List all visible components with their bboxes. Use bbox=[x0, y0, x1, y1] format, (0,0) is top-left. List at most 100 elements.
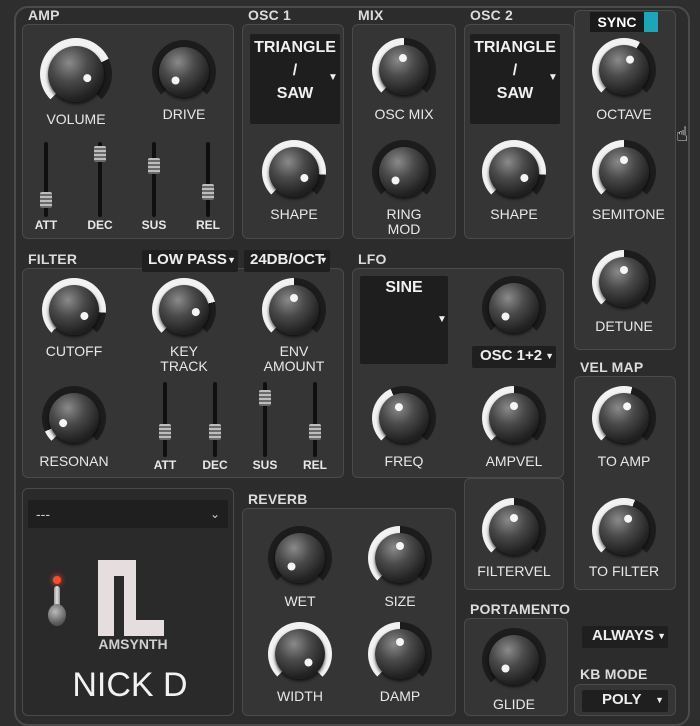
chevron-down-icon: ▼ bbox=[328, 72, 338, 83]
detune-label: DETUNE bbox=[595, 318, 653, 334]
mouse-cursor-icon: ☝ bbox=[676, 124, 689, 146]
amp-decay-slider[interactable] bbox=[94, 142, 106, 217]
reverb-title: REVERB bbox=[248, 491, 308, 507]
filter-attack-slider[interactable] bbox=[159, 382, 171, 457]
octave-knob[interactable] bbox=[592, 38, 656, 102]
lfo-target-select[interactable]: OSC 1+2 ▼ bbox=[472, 346, 556, 368]
osc2-shape-label: SHAPE bbox=[490, 206, 538, 222]
osc-mix-knob[interactable] bbox=[372, 38, 436, 102]
amp-release-slider[interactable] bbox=[202, 142, 214, 217]
filter-type-value: LOW PASS bbox=[148, 251, 227, 268]
lfo-freq-knob[interactable] bbox=[372, 386, 436, 450]
drive-knob[interactable] bbox=[152, 40, 216, 104]
osc1-shape-label: SHAPE bbox=[270, 206, 318, 222]
portamento-title: PORTAMENTO bbox=[470, 601, 571, 617]
filter-slope-value: 24DB/OCT bbox=[250, 251, 325, 268]
octave-label: OCTAVE bbox=[596, 106, 652, 122]
env-amount-knob[interactable] bbox=[262, 278, 326, 342]
ring-mod-label: RING MOD bbox=[386, 206, 422, 237]
ring-mod-knob[interactable] bbox=[372, 140, 436, 204]
width-knob[interactable] bbox=[268, 622, 332, 686]
filter-type-select[interactable]: LOW PASS ▼ bbox=[142, 250, 238, 272]
osc2-title: OSC 2 bbox=[470, 7, 514, 23]
key-track-knob[interactable] bbox=[152, 278, 216, 342]
to-amp-label: TO AMP bbox=[597, 453, 651, 469]
lfo-freq-label: FREQ bbox=[384, 453, 424, 469]
to-filter-knob[interactable] bbox=[592, 498, 656, 562]
osc1-waveform-value: TRIANGLE / SAW bbox=[254, 39, 336, 102]
wet-knob[interactable] bbox=[268, 526, 332, 590]
filtervel-knob[interactable] bbox=[482, 498, 546, 562]
osc2-shape-knob[interactable] bbox=[482, 140, 546, 204]
vel-map-title: VEL MAP bbox=[580, 359, 644, 375]
chevron-down-icon: ▼ bbox=[655, 695, 664, 705]
filter-rel-label: REL bbox=[303, 458, 327, 472]
chevron-down-icon: ▼ bbox=[545, 351, 554, 361]
semitone-label: SEMITONE bbox=[592, 206, 665, 222]
resonance-label: RESONAN bbox=[39, 453, 109, 469]
filter-decay-slider[interactable] bbox=[209, 382, 221, 457]
filter-sustain-slider[interactable] bbox=[259, 382, 271, 457]
filter-slope-select[interactable]: 24DB/OCT ▼ bbox=[244, 250, 330, 272]
chevron-down-icon: ▼ bbox=[319, 255, 328, 265]
cutoff-knob[interactable] bbox=[42, 278, 106, 342]
filter-release-slider[interactable] bbox=[309, 382, 321, 457]
sync-toggle[interactable]: SYNC bbox=[590, 12, 658, 32]
chevron-down-icon: ▼ bbox=[548, 72, 558, 83]
filter-att-label: ATT bbox=[153, 458, 177, 472]
kb-mode-value: POLY bbox=[602, 691, 642, 708]
kb-mode-title: KB MODE bbox=[580, 666, 648, 682]
osc1-title: OSC 1 bbox=[248, 7, 292, 23]
filtervel-label: FILTERVEL bbox=[477, 563, 551, 579]
env-amount-label: ENV AMOUNT bbox=[263, 343, 325, 374]
preset-select[interactable]: --- ⌄ bbox=[28, 500, 228, 528]
osc1-waveform-select[interactable]: TRIANGLE / SAW bbox=[250, 34, 340, 124]
lfo-extra-knob[interactable] bbox=[482, 276, 546, 340]
drive-label: DRIVE bbox=[162, 106, 206, 122]
portamento-mode-select[interactable]: ALWAYS ▼ bbox=[582, 626, 668, 648]
to-filter-label: TO FILTER bbox=[588, 563, 660, 579]
key-track-label: KEY TRACK bbox=[160, 343, 208, 374]
osc2-waveform-value: TRIANGLE / SAW bbox=[474, 39, 556, 102]
detune-knob[interactable] bbox=[592, 250, 656, 314]
semitone-knob[interactable] bbox=[592, 140, 656, 204]
wet-label: WET bbox=[284, 593, 316, 609]
damp-label: DAMP bbox=[379, 688, 421, 704]
amsynth-logo-icon bbox=[98, 560, 164, 636]
chevron-down-icon: ▼ bbox=[227, 255, 236, 265]
filter-sus-label: SUS bbox=[252, 458, 278, 472]
chevron-down-icon: ▼ bbox=[437, 314, 447, 325]
cutoff-label: CUTOFF bbox=[45, 343, 103, 359]
lfo-waveform-select[interactable]: SINE bbox=[360, 276, 448, 364]
lfo-target-value: OSC 1+2 bbox=[480, 347, 543, 364]
ampvel-knob[interactable] bbox=[482, 386, 546, 450]
amp-rel-label: REL bbox=[196, 218, 220, 232]
osc2-waveform-select[interactable]: TRIANGLE / SAW bbox=[470, 34, 560, 124]
damp-knob[interactable] bbox=[368, 622, 432, 686]
amp-dec-label: DEC bbox=[87, 218, 113, 232]
logo-text: AMSYNTH bbox=[98, 636, 168, 652]
amp-title: AMP bbox=[28, 7, 60, 23]
chevron-down-icon: ⌄ bbox=[209, 507, 220, 521]
resonance-knob[interactable] bbox=[42, 386, 106, 450]
lfo-waveform-value: SINE bbox=[385, 279, 423, 296]
glide-label: GLIDE bbox=[492, 696, 535, 712]
volume-label: VOLUME bbox=[46, 111, 106, 127]
filter-title: FILTER bbox=[28, 251, 78, 267]
amp-sus-label: SUS bbox=[141, 218, 167, 232]
width-label: WIDTH bbox=[277, 688, 323, 704]
glide-knob[interactable] bbox=[482, 628, 546, 692]
chevron-down-icon: ▼ bbox=[657, 631, 666, 641]
osc1-shape-knob[interactable] bbox=[262, 140, 326, 204]
volume-knob[interactable] bbox=[40, 38, 112, 110]
kb-mode-select[interactable]: POLY ▼ bbox=[582, 690, 668, 712]
amp-att-label: ATT bbox=[34, 218, 58, 232]
amp-attack-slider[interactable] bbox=[40, 142, 52, 217]
size-label: SIZE bbox=[384, 593, 416, 609]
size-knob[interactable] bbox=[368, 526, 432, 590]
amp-sustain-slider[interactable] bbox=[148, 142, 160, 217]
power-toggle-icon[interactable] bbox=[46, 576, 68, 632]
osc-mix-label: OSC MIX bbox=[374, 106, 434, 122]
to-amp-knob[interactable] bbox=[592, 386, 656, 450]
filter-dec-label: DEC bbox=[202, 458, 228, 472]
